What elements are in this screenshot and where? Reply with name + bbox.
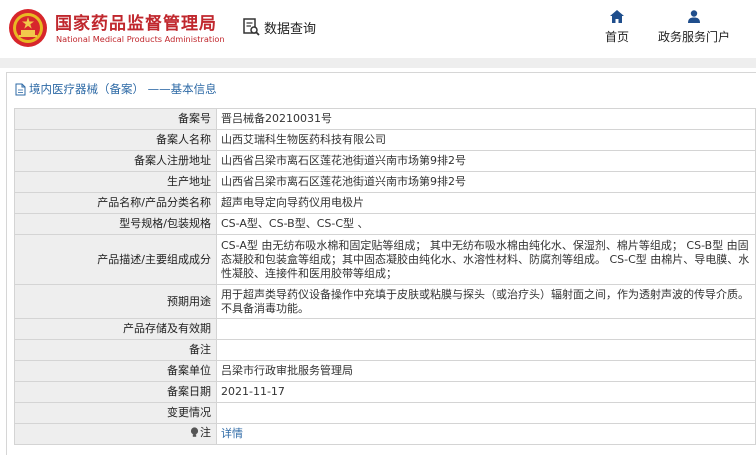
details-link[interactable]: 详情 xyxy=(221,427,243,440)
nav-service-portal[interactable]: 政务服务门户 xyxy=(658,10,730,45)
table-row: 型号规格/包装规格 CS-A型、CS-B型、CS-C型 、 xyxy=(14,213,756,235)
row-value: 吕梁市行政审批服务管理局 xyxy=(216,360,756,382)
panel-title: 境内医疗器械（备案） ——基本信息 xyxy=(15,81,217,98)
data-query-button[interactable]: 数据查询 xyxy=(241,15,316,39)
nav-home[interactable]: 首页 xyxy=(605,10,629,45)
site-title[interactable]: 国家药品监督管理局 xyxy=(55,9,217,34)
row-key: 备案人名称 xyxy=(14,129,217,151)
nav-service-portal-label: 政务服务门户 xyxy=(658,30,731,44)
row-value: CS-A型、CS-B型、CS-C型 、 xyxy=(216,213,756,235)
table-row: 预期用途 用于超声类导药仪设备操作中充填于皮肤或粘膜与探头（或治疗头）辐射面之间… xyxy=(14,284,756,319)
site-header: 国家药品监督管理局 National Medical Products Admi… xyxy=(0,0,756,58)
row-value xyxy=(216,318,756,340)
national-emblem-icon[interactable] xyxy=(8,8,48,48)
table-row: 变更情况 xyxy=(14,402,756,424)
row-value: 用于超声类导药仪设备操作中充填于皮肤或粘膜与探头（或治疗头）辐射面之间，作为透射… xyxy=(216,284,756,319)
table-row: 产品名称/产品分类名称 超声电导定向导药仪用电极片 xyxy=(14,192,756,214)
row-value xyxy=(216,402,756,424)
row-value: 超声电导定向导药仪用电极片 xyxy=(216,192,756,214)
panel-title-text: 境内医疗器械（备案） ——基本信息 xyxy=(29,82,217,96)
row-key: 产品名称/产品分类名称 xyxy=(14,192,217,214)
table-row: 生产地址 山西省吕梁市离石区莲花池街道兴南市场第9排2号 xyxy=(14,171,756,193)
lightbulb-icon xyxy=(190,427,199,438)
search-icon xyxy=(243,18,260,36)
row-key: 备案日期 xyxy=(14,381,217,403)
row-key: 备案号 xyxy=(14,108,217,130)
row-value: 山西艾瑞科生物医药科技有限公司 xyxy=(216,129,756,151)
note-key-label: 注 xyxy=(200,425,211,439)
table-row: 备案单位 吕梁市行政审批服务管理局 xyxy=(14,360,756,382)
table-row: 备案日期 2021-11-17 xyxy=(14,381,756,403)
home-icon xyxy=(610,10,624,23)
document-icon xyxy=(15,83,26,96)
note-key: 注 xyxy=(190,426,211,440)
row-value: CS-A型 由无纺布吸水棉和固定贴等组成； 其中无纺布吸水棉由纯化水、保湿剂、棉… xyxy=(216,234,756,285)
row-value xyxy=(216,339,756,361)
table-row: 备注 xyxy=(14,339,756,361)
row-key: 预期用途 xyxy=(14,284,217,319)
table-row: 注 详情 xyxy=(14,423,756,445)
table-row: 产品存储及有效期 xyxy=(14,318,756,340)
nav-home-label: 首页 xyxy=(605,30,630,44)
row-value: 山西省吕梁市离石区莲花池街道兴南市场第9排2号 xyxy=(216,171,756,193)
table-row: 备案人注册地址 山西省吕梁市离石区莲花池街道兴南市场第9排2号 xyxy=(14,150,756,172)
row-value: 2021-11-17 xyxy=(216,381,756,403)
row-key: 型号规格/包装规格 xyxy=(14,213,217,235)
table-row: 备案号 晋吕械备20210031号 xyxy=(14,108,756,130)
row-value: 详情 xyxy=(216,423,756,445)
row-key: 生产地址 xyxy=(14,171,217,193)
row-key: 备注 xyxy=(14,339,217,361)
row-value: 山西省吕梁市离石区莲花池街道兴南市场第9排2号 xyxy=(216,150,756,172)
detail-table: 备案号 晋吕械备20210031号 备案人名称 山西艾瑞科生物医药科技有限公司 … xyxy=(14,108,756,445)
table-row: 备案人名称 山西艾瑞科生物医药科技有限公司 xyxy=(14,129,756,151)
row-key: 变更情况 xyxy=(14,402,217,424)
header-divider-band xyxy=(0,58,756,68)
row-key: 产品描述/主要组成成分 xyxy=(14,234,217,285)
data-query-label: 数据查询 xyxy=(264,21,317,37)
site-subtitle: National Medical Products Administration xyxy=(56,34,225,44)
row-key: 备案人注册地址 xyxy=(14,150,217,172)
row-key-note: 注 xyxy=(14,423,217,445)
row-value: 晋吕械备20210031号 xyxy=(216,108,756,130)
user-icon xyxy=(688,10,700,23)
row-key: 备案单位 xyxy=(14,360,217,382)
table-row: 产品描述/主要组成成分 CS-A型 由无纺布吸水棉和固定贴等组成； 其中无纺布吸… xyxy=(14,234,756,285)
row-key: 产品存储及有效期 xyxy=(14,318,217,340)
